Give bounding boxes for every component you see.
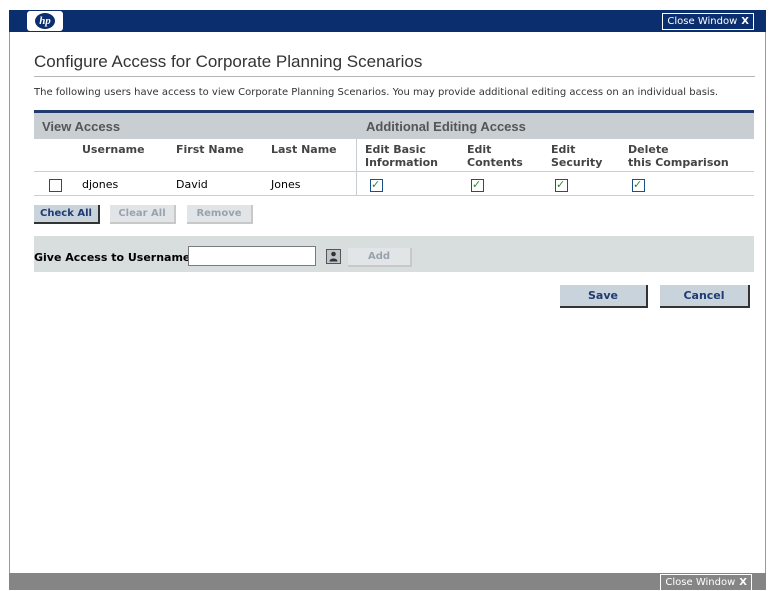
delete-comparison-checkbox[interactable]: [632, 178, 645, 192]
col-username: Username: [82, 143, 145, 156]
editing-access-heading: Additional Editing Access: [366, 119, 526, 134]
add-button[interactable]: Add: [348, 248, 412, 267]
give-access-label: Give Access to Username:: [34, 251, 195, 264]
page-title: Configure Access for Corporate Planning …: [34, 52, 423, 71]
clear-all-button[interactable]: Clear All: [110, 205, 176, 224]
edit-contents-checkbox[interactable]: [471, 178, 484, 192]
col-edit-contents-line2: Contents: [467, 156, 523, 169]
col-first-name: First Name: [176, 143, 244, 156]
cell-last-name: Jones: [271, 178, 301, 191]
cell-first-name: David: [176, 178, 208, 191]
col-delete: Delete this Comparison: [628, 143, 729, 169]
left-border: [9, 32, 10, 573]
remove-button[interactable]: Remove: [187, 205, 253, 224]
hp-logo-mark: hp: [35, 13, 55, 29]
hp-logo: hp: [27, 11, 63, 31]
col-edit-basic-line2: Information: [365, 156, 438, 169]
header-bar: hp Close Window X: [9, 10, 766, 32]
col-edit-basic: Edit Basic Information: [365, 143, 438, 169]
col-edit-security-line2: Security: [551, 156, 603, 169]
user-lookup-icon[interactable]: [326, 249, 341, 264]
close-x-icon: X: [739, 577, 747, 588]
row-divider: [34, 195, 754, 196]
col-edit-basic-line1: Edit Basic: [365, 143, 426, 156]
close-window-label: Close Window: [667, 16, 738, 27]
edit-security-checkbox[interactable]: [555, 178, 568, 192]
right-border: [765, 32, 766, 573]
title-divider: [34, 76, 755, 77]
cell-username: djones: [82, 178, 119, 191]
close-window-button[interactable]: Close Window X: [662, 13, 754, 30]
col-edit-contents: Edit Contents: [467, 143, 523, 169]
grid-section-header: View Access Additional Editing Access: [34, 113, 754, 139]
username-input[interactable]: [188, 246, 316, 266]
row-select-checkbox[interactable]: [49, 179, 62, 192]
col-delete-line1: Delete: [628, 143, 669, 156]
view-access-heading: View Access: [42, 119, 121, 134]
edit-basic-checkbox[interactable]: [370, 178, 383, 192]
column-divider: [356, 139, 357, 195]
footer-bar: Close Window X: [9, 573, 766, 591]
cancel-button[interactable]: Cancel: [660, 285, 750, 308]
col-edit-contents-line1: Edit: [467, 143, 492, 156]
close-window-label-bottom: Close Window: [665, 577, 736, 588]
header-divider: [34, 171, 754, 172]
col-delete-line2: this Comparison: [628, 156, 729, 169]
intro-text: The following users have access to view …: [34, 87, 719, 98]
col-edit-security: Edit Security: [551, 143, 602, 169]
save-button[interactable]: Save: [560, 285, 648, 308]
close-x-icon: X: [741, 16, 749, 27]
col-edit-security-line1: Edit: [551, 143, 576, 156]
check-all-button[interactable]: Check All: [34, 205, 100, 224]
close-window-button-bottom[interactable]: Close Window X: [660, 574, 752, 591]
col-last-name: Last Name: [271, 143, 337, 156]
